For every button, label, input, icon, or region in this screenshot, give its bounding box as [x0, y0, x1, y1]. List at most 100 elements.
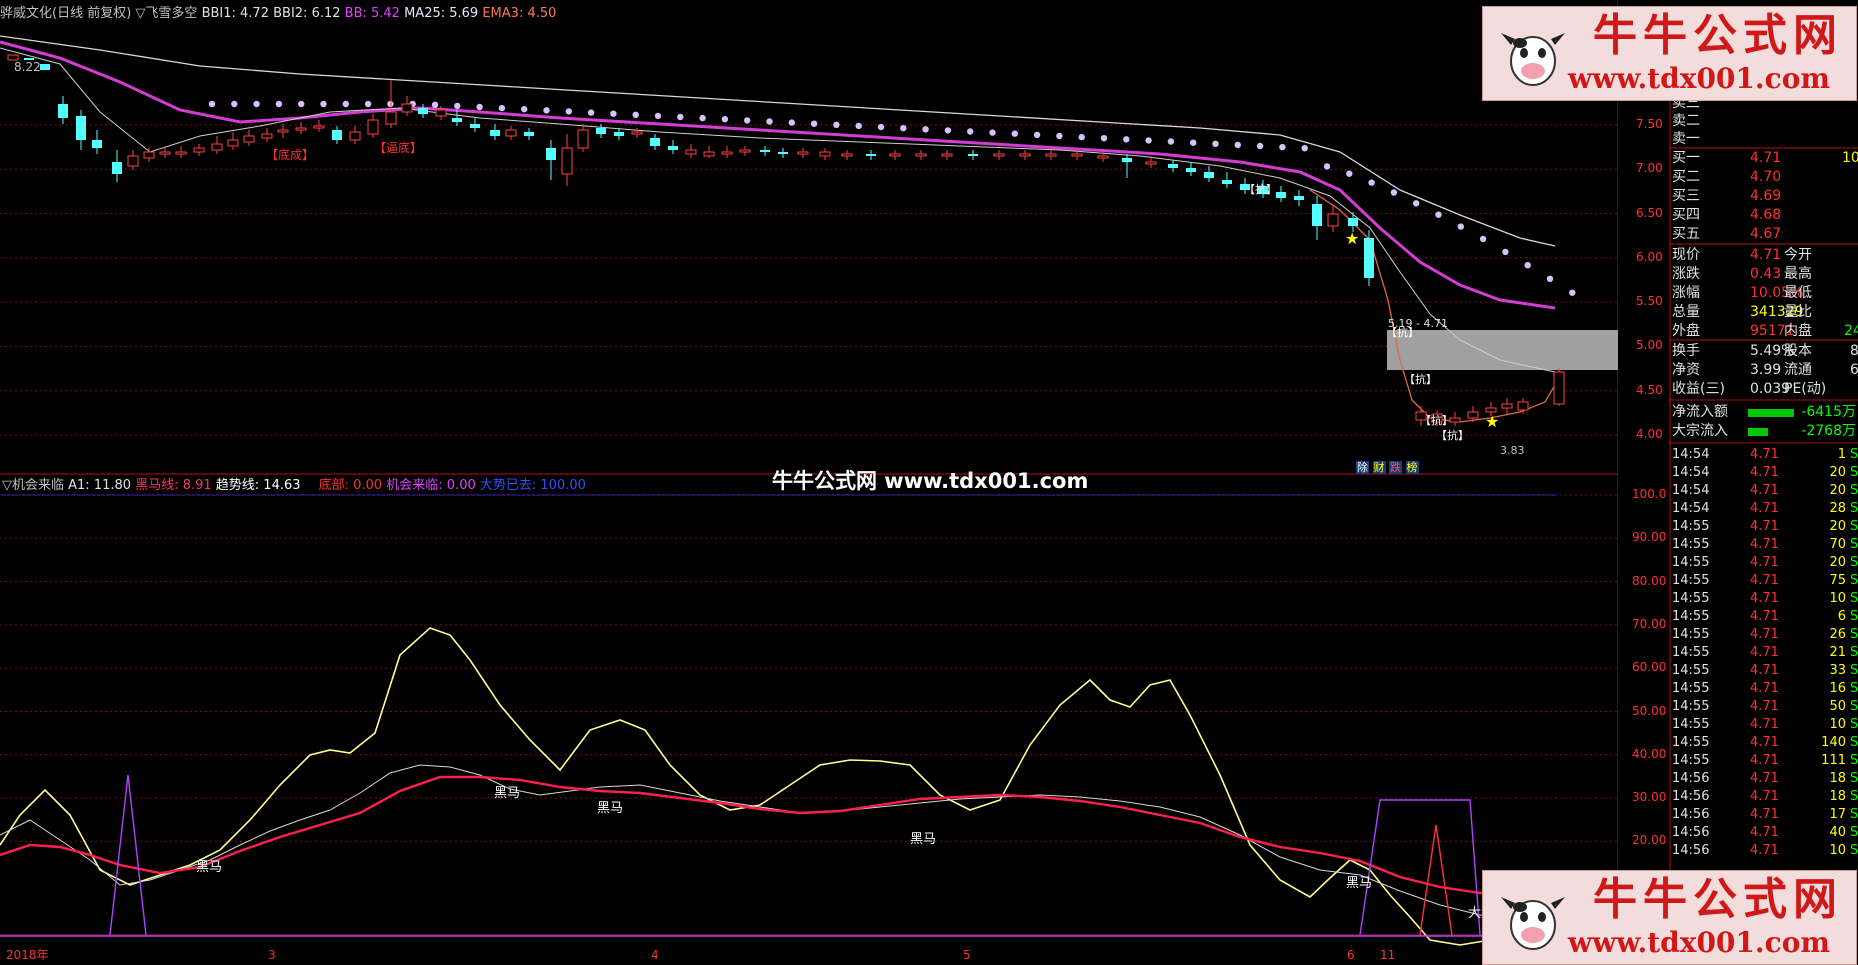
tick-price: 4.71: [1750, 843, 1779, 858]
candle-body: [941, 153, 953, 157]
tick-row[interactable]: 14:55 4.71 140 S: [1672, 734, 1858, 752]
indicator-chart[interactable]: [0, 475, 1618, 965]
event-buttons: 除 财 跌 榜: [1356, 461, 1419, 474]
buy-label: 买一: [1672, 150, 1700, 166]
event-button[interactable]: 榜: [1405, 461, 1419, 474]
indicator-title[interactable]: ▽机会来临: [2, 478, 64, 493]
tick-row[interactable]: 14:54 4.71 28 S: [1672, 500, 1858, 518]
candle-body: [127, 155, 139, 167]
buy-price: 4.69: [1750, 188, 1782, 204]
price-axis-label: 6.50: [1636, 205, 1663, 220]
tick-row[interactable]: 14:55 4.71 16 S: [1672, 680, 1858, 698]
stat-l2: 最高: [1784, 266, 1812, 282]
stats-row: 涨跌 0.43 最高: [1672, 265, 1858, 284]
event-button[interactable]: 除: [1356, 461, 1369, 474]
tick-row[interactable]: 14:56 4.71 18 S: [1672, 788, 1858, 806]
tick-row[interactable]: 14:55 4.71 21 S: [1672, 644, 1858, 662]
tick-vol: 1: [1837, 447, 1846, 462]
main-price-chart[interactable]: ★★: [0, 0, 1618, 475]
dotted-signal-point: [1011, 130, 1018, 137]
tick-price: 4.71: [1750, 807, 1779, 822]
stats-row: 总量 341329 量比: [1672, 303, 1858, 322]
dotted-signal-point: [1479, 235, 1487, 243]
tick-row[interactable]: 14:55 4.71 20 S: [1672, 518, 1858, 536]
stat-l2: 流通: [1784, 362, 1812, 378]
tick-row[interactable]: 14:54 4.71 20 S: [1672, 464, 1858, 482]
candle-body: [993, 153, 1005, 157]
tick-row[interactable]: 14:55 4.71 33 S: [1672, 662, 1858, 680]
price-axis-label: 4.00: [1636, 427, 1663, 441]
indicator-name[interactable]: ▽飞雪多空: [135, 6, 197, 21]
tick-row[interactable]: 14:55 4.71 20 S: [1672, 554, 1858, 572]
indicator-axis-label: 40.00: [1632, 746, 1667, 761]
dotted-signal-point: [498, 104, 506, 112]
heima-label: 黑马: [597, 801, 624, 816]
stat-l2: 量比: [1784, 304, 1812, 320]
stats2-row: 净资 3.99 流通 6: [1672, 361, 1858, 380]
banner-url[interactable]: www.tdx001.com: [1568, 63, 1830, 95]
tick-time: 14:55: [1672, 663, 1710, 678]
buy-label: 买二: [1672, 169, 1700, 185]
tick-price: 4.71: [1750, 591, 1779, 606]
tick-time: 14:56: [1672, 807, 1710, 822]
tick-row[interactable]: 14:55 4.71 75 S: [1672, 572, 1858, 590]
a1-value: A1: 11.80: [68, 478, 132, 493]
dotted-signal-point: [454, 102, 461, 110]
dotted-signal-point: [364, 100, 372, 108]
candle-body: [889, 153, 901, 157]
buy-row[interactable]: 买一 4.71 10: [1672, 149, 1858, 168]
event-button[interactable]: 跌: [1389, 461, 1402, 474]
banner-url[interactable]: www.tdx001.com: [1568, 927, 1830, 959]
tick-vol: 16: [1829, 681, 1846, 696]
tick-row[interactable]: 14:55 4.71 6 S: [1672, 608, 1858, 626]
tick-row[interactable]: 14:54 4.71 1 S: [1672, 446, 1858, 464]
tick-row[interactable]: 14:56 4.71 40 S: [1672, 824, 1858, 842]
tick-dir: S: [1850, 591, 1858, 606]
dotted-signal-point: [1390, 189, 1398, 196]
tick-row[interactable]: 14:55 4.71 50 S: [1672, 698, 1858, 716]
stat-l1: 换手: [1672, 343, 1700, 359]
dotted-signal-point: [1368, 179, 1375, 186]
tick-row[interactable]: 14:55 4.71 10 S: [1672, 716, 1858, 734]
heima-value: 黑马线: 8.91: [135, 478, 212, 493]
tick-row[interactable]: 14:56 4.71 17 S: [1672, 806, 1858, 824]
star-icon: ★: [1345, 229, 1359, 248]
tick-vol: 10: [1829, 843, 1846, 858]
dotted-signal-point: [1435, 211, 1442, 218]
tick-row[interactable]: 14:55 4.71 111 S: [1672, 752, 1858, 770]
tick-dir: S: [1850, 807, 1858, 822]
stat-l2: 最低: [1784, 285, 1812, 301]
tick-row[interactable]: 14:56 4.71 18 S: [1672, 770, 1858, 788]
tick-row[interactable]: 14:56 4.71 10 S: [1672, 842, 1858, 860]
tick-time: 14:55: [1672, 555, 1710, 570]
candle-body: [40, 64, 50, 70]
candle-body: [175, 151, 187, 155]
tick-row[interactable]: 14:55 4.71 26 S: [1672, 626, 1858, 644]
tick-price: 4.71: [1750, 789, 1779, 804]
stats2-row: 收益(三) 0.039 PE(动): [1672, 380, 1858, 399]
stat-v1: 4.71: [1750, 247, 1782, 263]
dotted-signal-point: [699, 114, 706, 122]
buy-row[interactable]: 买四 4.68: [1672, 206, 1858, 225]
dotted-signal-point: [275, 100, 283, 108]
buy-row[interactable]: 买二 4.70: [1672, 168, 1858, 187]
buy-row[interactable]: 买三 4.69: [1672, 187, 1858, 206]
big-trend-value: 大势已去: 100.00: [479, 478, 586, 493]
ema3-line: [1309, 189, 1556, 423]
tick-time: 14:56: [1672, 843, 1710, 858]
tick-row[interactable]: 14:55 4.71 70 S: [1672, 536, 1858, 554]
stat-l1: 涨幅: [1672, 285, 1700, 301]
event-button[interactable]: 财: [1372, 461, 1386, 474]
candle-body: [159, 151, 171, 155]
price-axis-label: 5.00: [1636, 338, 1663, 353]
indicator-axis-label: 80.00: [1632, 573, 1667, 588]
buy-price: 4.68: [1750, 207, 1782, 223]
indicator-axis-label: 30.00: [1632, 790, 1667, 805]
stats-row: 涨幅 10.05% 最低: [1672, 284, 1858, 303]
tick-row[interactable]: 14:55 4.71 10 S: [1672, 590, 1858, 608]
candle-body: [367, 119, 379, 135]
tick-time: 14:54: [1672, 483, 1710, 498]
buy-row[interactable]: 买五 4.67: [1672, 225, 1858, 244]
tick-row[interactable]: 14:54 4.71 20 S: [1672, 482, 1858, 500]
dotted-signal-point: [1457, 223, 1465, 230]
